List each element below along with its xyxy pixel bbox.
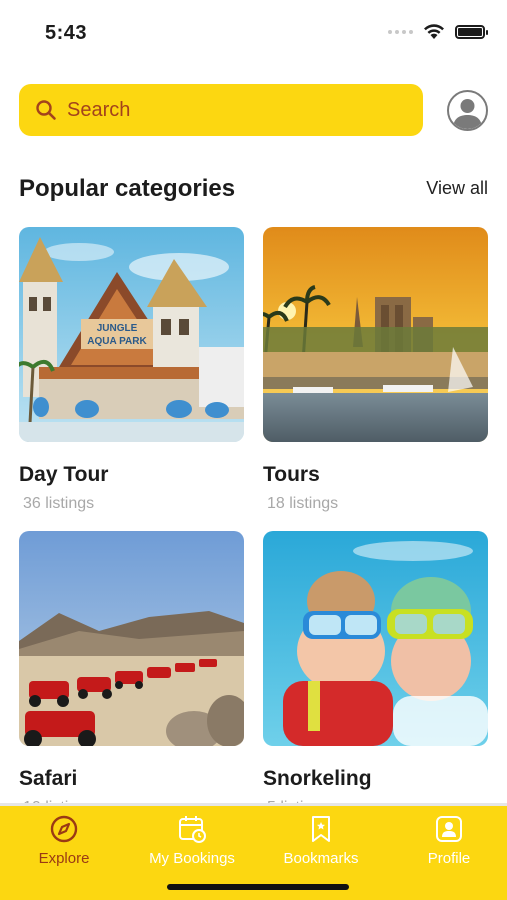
tours-image[interactable]	[263, 227, 488, 442]
category-listings: 18 listings	[267, 495, 339, 512]
battery-icon	[455, 25, 488, 39]
safari-image[interactable]	[19, 531, 244, 746]
status-icons	[388, 24, 488, 40]
category-title: Safari	[19, 767, 78, 790]
calendar-icon	[179, 816, 206, 843]
tab-my-bookings[interactable]: My Bookings	[132, 814, 252, 867]
snorkeling-image[interactable]	[263, 531, 488, 746]
category-listings: 36 listings	[23, 495, 95, 512]
signal-icon	[388, 30, 413, 34]
search-input[interactable]: Search	[67, 99, 130, 122]
day-tour-image[interactable]: JUNGLE AQUA PARK	[19, 227, 244, 442]
category-title: Tours	[263, 463, 320, 486]
category-title: Snorkeling	[263, 767, 372, 790]
search-bar[interactable]: Search	[19, 84, 423, 136]
section-title: Popular categories	[19, 175, 236, 202]
compass-icon	[50, 815, 78, 843]
tab-label: Bookmarks	[283, 850, 359, 867]
bookmark-icon	[312, 816, 330, 842]
home-indicator	[167, 884, 349, 890]
category-title: Day Tour	[19, 463, 109, 486]
status-time: 5:43	[45, 22, 88, 44]
svg-text:AQUA PARK: AQUA PARK	[87, 336, 147, 347]
tab-explore[interactable]: Explore	[4, 814, 124, 867]
tab-profile[interactable]: Profile	[389, 814, 507, 867]
status-bar: 5:43	[0, 0, 507, 64]
tab-label: Explore	[38, 850, 90, 867]
svg-text:JUNGLE: JUNGLE	[97, 323, 138, 334]
search-icon	[36, 100, 56, 120]
avatar-button[interactable]	[447, 90, 488, 131]
category-card-tours[interactable]: Tours 18 listings	[263, 227, 488, 513]
profile-icon	[436, 816, 462, 842]
tab-label: Profile	[427, 850, 471, 867]
tab-bookmarks[interactable]: Bookmarks	[261, 814, 381, 867]
view-all-link[interactable]: View all	[426, 178, 488, 199]
category-card-safari[interactable]: Safari 10 listings	[19, 531, 244, 817]
user-avatar-icon	[453, 99, 482, 129]
tab-label: My Bookings	[149, 850, 235, 867]
category-card-snorkeling[interactable]: Snorkeling 5 listings	[263, 531, 488, 817]
wifi-icon	[424, 24, 444, 39]
category-card-day-tour[interactable]: JUNGLE AQUA PARK Day Tour 36 listings	[19, 227, 244, 513]
